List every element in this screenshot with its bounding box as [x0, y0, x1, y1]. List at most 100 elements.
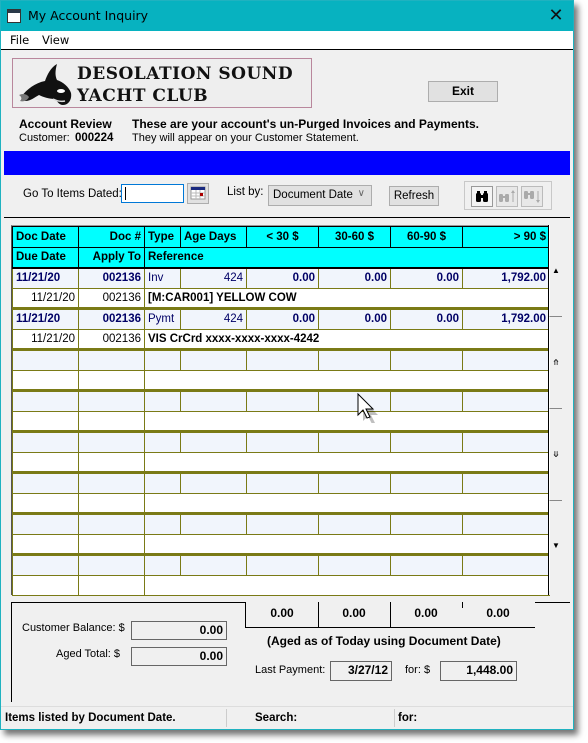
- page-up-button[interactable]: ⤊: [549, 317, 562, 409]
- gt90-cell[interactable]: [462, 471, 550, 494]
- reference-cell[interactable]: [144, 574, 550, 596]
- lt30-cell[interactable]: [246, 348, 319, 371]
- type-cell[interactable]: Inv: [144, 266, 181, 289]
- table-row[interactable]: [12, 512, 550, 535]
- apply-to-cell[interactable]: [78, 451, 145, 473]
- goto-date-input[interactable]: [121, 184, 184, 203]
- table-row-detail[interactable]: [12, 369, 550, 391]
- doc-date-cell[interactable]: 11/21/20: [12, 307, 79, 330]
- type-cell[interactable]: [144, 471, 181, 494]
- d30-60-cell[interactable]: [318, 430, 391, 453]
- exit-button[interactable]: Exit: [428, 81, 498, 102]
- table-row-detail[interactable]: 11/21/20 002136 VIS CrCrd xxxx-xxxx-xxxx-4…: [12, 328, 550, 350]
- col-doc-date[interactable]: Doc Date: [12, 226, 79, 248]
- age-days-cell[interactable]: [180, 471, 247, 494]
- doc-date-cell[interactable]: [12, 553, 79, 576]
- doc-date-cell[interactable]: [12, 389, 79, 412]
- apply-to-cell[interactable]: [78, 410, 145, 432]
- d60-90-cell[interactable]: [390, 430, 463, 453]
- col-gt90[interactable]: > 90 $: [462, 226, 550, 248]
- find-next-button[interactable]: [521, 186, 543, 207]
- due-date-cell[interactable]: 11/21/20: [12, 287, 79, 309]
- gt90-cell[interactable]: [462, 389, 550, 412]
- reference-cell[interactable]: [144, 369, 550, 391]
- due-date-cell[interactable]: [12, 451, 79, 473]
- col-age-days[interactable]: Age Days: [180, 226, 247, 248]
- items-grid[interactable]: Doc Date Doc # Type Age Days < 30 $ 30-6…: [11, 225, 550, 596]
- gt90-cell[interactable]: 1,792.00: [462, 307, 550, 330]
- d30-60-cell[interactable]: [318, 389, 391, 412]
- doc-date-cell[interactable]: [12, 430, 79, 453]
- doc-date-cell[interactable]: 11/21/20: [12, 266, 79, 289]
- age-days-cell[interactable]: 424: [180, 307, 247, 330]
- d30-60-cell[interactable]: 0.00: [318, 307, 391, 330]
- reference-cell[interactable]: [144, 492, 550, 514]
- d30-60-cell[interactable]: 0.00: [318, 266, 391, 289]
- table-row[interactable]: [12, 348, 550, 371]
- doc-date-cell[interactable]: [12, 512, 79, 535]
- doc-no-cell[interactable]: [78, 389, 145, 412]
- type-cell[interactable]: [144, 430, 181, 453]
- reference-cell[interactable]: [144, 410, 550, 432]
- calendar-button[interactable]: [187, 183, 209, 204]
- col-doc-no[interactable]: Doc #: [78, 226, 145, 248]
- scroll-up-button[interactable]: ▲: [549, 225, 562, 317]
- col-60-90[interactable]: 60-90 $: [390, 226, 463, 248]
- reference-cell[interactable]: VIS CrCrd xxxx-xxxx-xxxx-4242: [144, 328, 550, 350]
- d60-90-cell[interactable]: [390, 389, 463, 412]
- doc-no-cell[interactable]: [78, 553, 145, 576]
- d60-90-cell[interactable]: 0.00: [390, 266, 463, 289]
- lt30-cell[interactable]: 0.00: [246, 307, 319, 330]
- lt30-cell[interactable]: [246, 512, 319, 535]
- due-date-cell[interactable]: [12, 574, 79, 596]
- age-days-cell[interactable]: [180, 389, 247, 412]
- age-days-cell[interactable]: 424: [180, 266, 247, 289]
- col-due-date[interactable]: Due Date: [12, 246, 79, 269]
- d60-90-cell[interactable]: [390, 512, 463, 535]
- d30-60-cell[interactable]: [318, 512, 391, 535]
- lt30-cell[interactable]: [246, 553, 319, 576]
- apply-to-cell[interactable]: 002136: [78, 287, 145, 309]
- apply-to-cell[interactable]: [78, 369, 145, 391]
- apply-to-cell[interactable]: 002136: [78, 328, 145, 350]
- apply-to-cell[interactable]: [78, 574, 145, 596]
- lt30-cell[interactable]: 0.00: [246, 266, 319, 289]
- table-row-detail[interactable]: [12, 451, 550, 473]
- scroll-down-button[interactable]: ▼: [549, 501, 562, 591]
- doc-no-cell[interactable]: 002136: [78, 307, 145, 330]
- table-row[interactable]: [12, 430, 550, 453]
- doc-no-cell[interactable]: 002136: [78, 266, 145, 289]
- menu-view[interactable]: View: [42, 33, 69, 47]
- age-days-cell[interactable]: [180, 430, 247, 453]
- col-lt30[interactable]: < 30 $: [246, 226, 319, 248]
- d30-60-cell[interactable]: [318, 553, 391, 576]
- type-cell[interactable]: [144, 389, 181, 412]
- lt30-cell[interactable]: [246, 389, 319, 412]
- due-date-cell[interactable]: [12, 492, 79, 514]
- d30-60-cell[interactable]: [318, 471, 391, 494]
- find-previous-button[interactable]: [496, 186, 518, 207]
- apply-to-cell[interactable]: [78, 533, 145, 555]
- type-cell[interactable]: [144, 553, 181, 576]
- col-type[interactable]: Type: [144, 226, 181, 248]
- due-date-cell[interactable]: [12, 410, 79, 432]
- gt90-cell[interactable]: [462, 512, 550, 535]
- close-button[interactable]: ✕: [539, 1, 573, 31]
- doc-no-cell[interactable]: [78, 512, 145, 535]
- reference-cell[interactable]: [M:CAR001] YELLOW COW: [144, 287, 550, 309]
- type-cell[interactable]: [144, 348, 181, 371]
- doc-no-cell[interactable]: [78, 471, 145, 494]
- doc-date-cell[interactable]: [12, 348, 79, 371]
- table-row-detail[interactable]: [12, 492, 550, 514]
- gt90-cell[interactable]: [462, 553, 550, 576]
- due-date-cell[interactable]: 11/21/20: [12, 328, 79, 350]
- reference-cell[interactable]: [144, 533, 550, 555]
- menu-file[interactable]: File: [10, 33, 29, 47]
- age-days-cell[interactable]: [180, 553, 247, 576]
- d60-90-cell[interactable]: [390, 348, 463, 371]
- due-date-cell[interactable]: [12, 533, 79, 555]
- list-by-select[interactable]: Document Date ∨: [268, 185, 372, 206]
- lt30-cell[interactable]: [246, 471, 319, 494]
- col-apply-to[interactable]: Apply To: [78, 246, 145, 269]
- gt90-cell[interactable]: 1,792.00: [462, 266, 550, 289]
